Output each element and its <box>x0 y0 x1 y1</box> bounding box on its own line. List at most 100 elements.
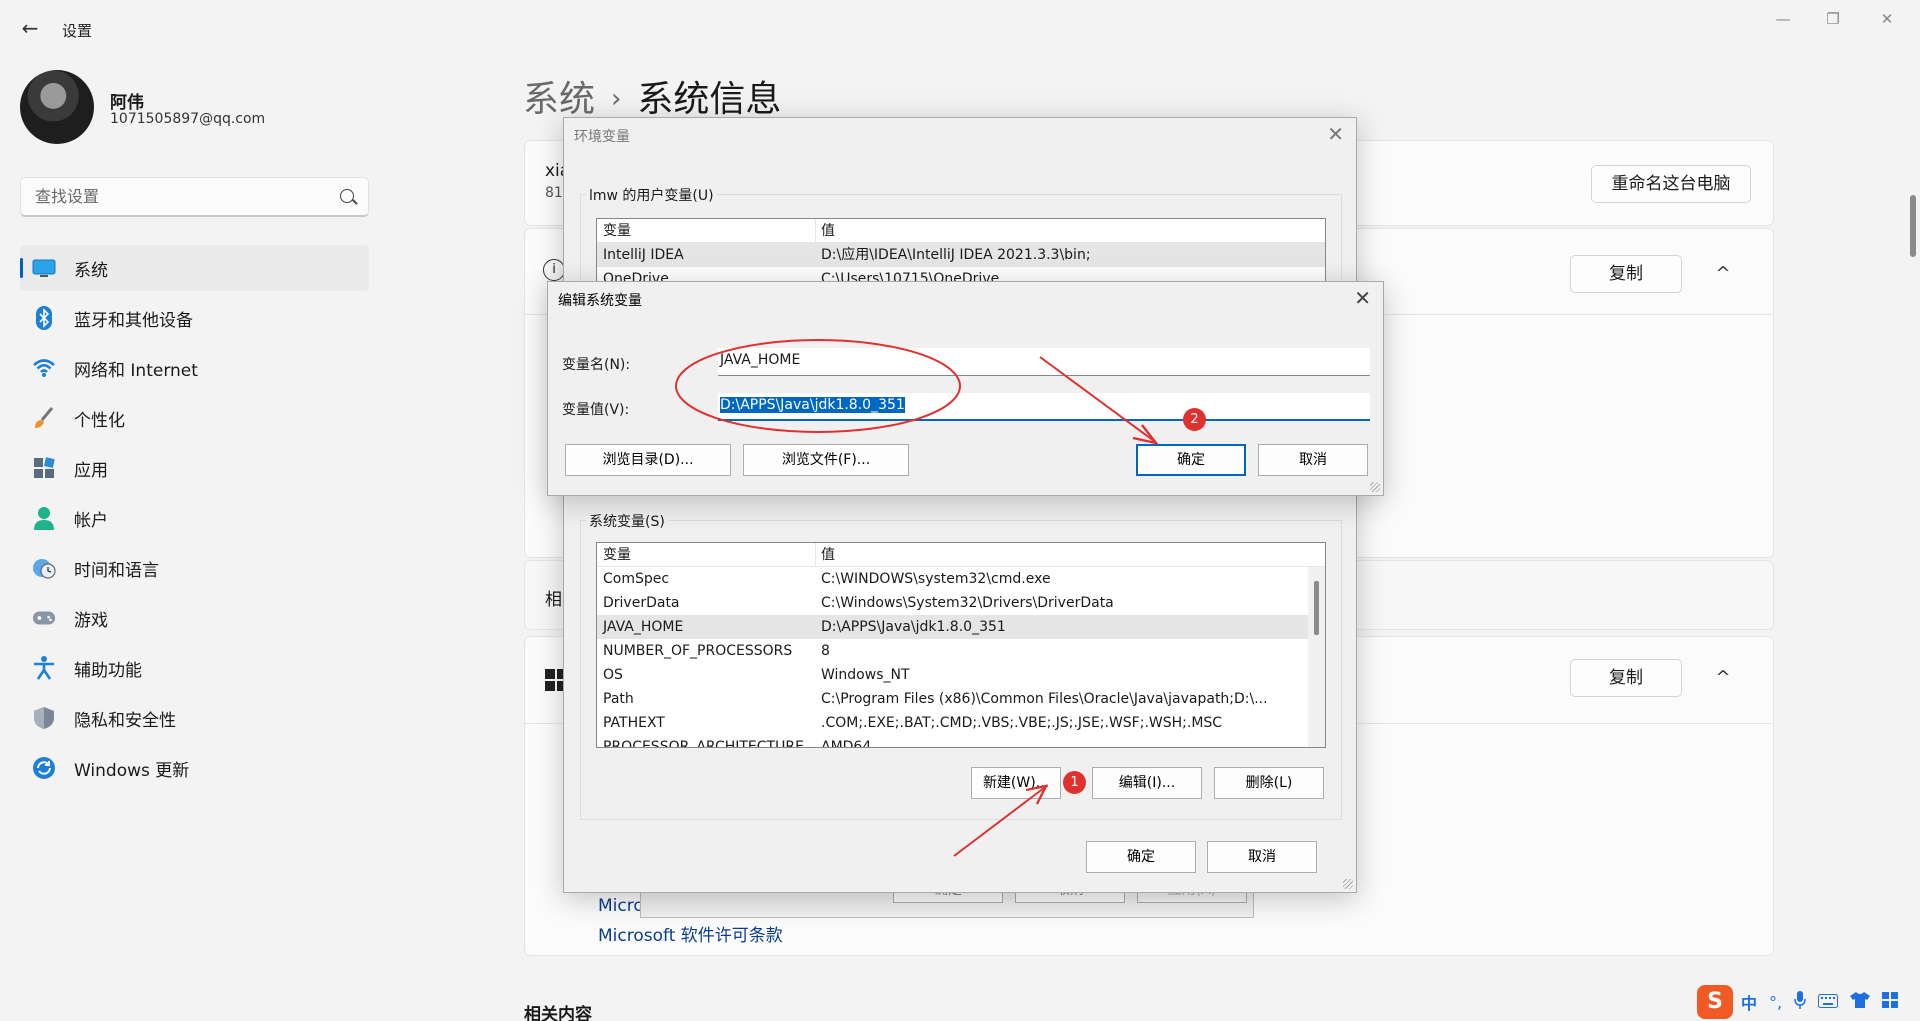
ime-toolbar: S 中 °, <box>1697 985 1917 1019</box>
shirt-icon[interactable] <box>1850 992 1871 1012</box>
edit-system-variable-button[interactable]: 编辑(I)... <box>1092 767 1202 799</box>
list-header: 变量 值 <box>597 543 1325 567</box>
sidebar-item-label: 网络和 Internet <box>74 360 198 381</box>
variable-name: JAVA_HOME <box>603 619 684 635</box>
avatar[interactable] <box>20 70 94 144</box>
info-icon: i <box>543 259 565 281</box>
clock-globe-icon <box>32 556 56 580</box>
back-arrow-icon[interactable]: ← <box>18 16 42 40</box>
mic-icon[interactable] <box>1794 991 1806 1013</box>
column-header-value[interactable]: 值 <box>821 219 835 243</box>
variable-name: ComSpec <box>603 571 670 587</box>
env-cancel-button[interactable]: 取消 <box>1207 841 1317 873</box>
variable-value-field[interactable]: D:\APPS\Java\jdk1.8.0_351 <box>718 393 1370 421</box>
license-terms-link[interactable]: Microsoft 软件许可条款 <box>598 921 783 946</box>
ime-punct[interactable]: °, <box>1769 993 1782 1012</box>
bluetooth-icon <box>32 306 56 330</box>
sidebar-item-label: 蓝牙和其他设备 <box>74 310 193 331</box>
dialog-title: 编辑系统变量 <box>558 293 642 309</box>
close-button[interactable]: ✕ <box>1864 8 1910 30</box>
list-item[interactable]: PATHEXT .COM;.EXE;.BAT;.CMD;.VBS;.VBE;.J… <box>597 711 1325 735</box>
list-item[interactable]: JAVA_HOME D:\APPS\Java\jdk1.8.0_351 <box>597 615 1325 639</box>
resize-grip-icon[interactable] <box>1370 482 1380 492</box>
sidebar-item-label: 应用 <box>74 460 108 481</box>
column-header-value[interactable]: 值 <box>821 543 835 567</box>
list-item[interactable]: IntelliJ IDEA D:\应用\IDEA\IntelliJ IDEA 2… <box>597 243 1325 267</box>
list-item[interactable]: PROCESSOR_ARCHITECTURE AMD64 <box>597 735 1325 748</box>
sidebar-item-label: 辅助功能 <box>74 660 142 681</box>
sidebar-item-gaming[interactable]: 游戏 <box>20 595 369 641</box>
browse-file-button[interactable]: 浏览文件(F)... <box>743 444 909 476</box>
variable-name: PROCESSOR_ARCHITECTURE <box>603 739 804 748</box>
edit-ok-button[interactable]: 确定 <box>1136 444 1246 476</box>
sidebar-item-time-language[interactable]: 时间和语言 <box>20 545 369 591</box>
shield-icon <box>32 706 56 730</box>
keyboard-icon[interactable] <box>1818 993 1839 1012</box>
variable-value: Windows_NT <box>821 667 910 683</box>
list-item[interactable]: DriverData C:\Windows\System32\Drivers\D… <box>597 591 1325 615</box>
variable-name: Path <box>603 691 634 707</box>
collapse-chevron-icon[interactable]: ^ <box>1703 254 1743 294</box>
monitor-icon <box>32 256 56 280</box>
sidebar-item-accounts[interactable]: 帐户 <box>20 495 369 541</box>
sidebar-item-windows-update[interactable]: Windows 更新 <box>20 745 369 791</box>
edit-cancel-button[interactable]: 取消 <box>1258 444 1368 476</box>
page-scrollbar-thumb[interactable] <box>1910 195 1916 257</box>
search-input[interactable]: 查找设置 <box>20 177 369 217</box>
list-item[interactable]: Path C:\Program Files (x86)\Common Files… <box>597 687 1325 711</box>
services-agreement-link[interactable]: Micro <box>598 896 644 916</box>
delete-system-variable-button[interactable]: 删除(L) <box>1214 767 1324 799</box>
user-name: 阿伟 <box>110 93 144 113</box>
close-icon[interactable]: ✕ <box>1354 286 1371 310</box>
new-system-variable-button[interactable]: 新建(W)... <box>971 767 1061 799</box>
variable-value: .COM;.EXE;.BAT;.CMD;.VBS;.VBE;.JS;.JSE;.… <box>821 715 1223 731</box>
variable-name: DriverData <box>603 595 680 611</box>
variable-value: C:\WINDOWS\system32\cmd.exe <box>821 571 1051 587</box>
ime-mode[interactable]: 中 <box>1741 990 1757 1014</box>
variable-value: D:\应用\IDEA\IntelliJ IDEA 2021.3.3\bin; <box>821 247 1091 263</box>
sidebar-item-label: 游戏 <box>74 610 108 631</box>
sidebar-item-personalization[interactable]: 个性化 <box>20 395 369 441</box>
minimize-button[interactable]: — <box>1760 8 1806 30</box>
list-item[interactable]: NUMBER_OF_PROCESSORS 8 <box>597 639 1325 663</box>
sidebar-item-apps[interactable]: 应用 <box>20 445 369 491</box>
variable-name-field[interactable]: JAVA_HOME <box>718 348 1370 376</box>
variable-value: C:\Windows\System32\Drivers\DriverData <box>821 595 1114 611</box>
grid-icon[interactable] <box>1882 992 1899 1012</box>
vertical-scrollbar[interactable] <box>1308 567 1325 747</box>
edit-system-variable-dialog: 编辑系统变量 ✕ 变量名(N): JAVA_HOME 变量值(V): D:\AP… <box>547 281 1384 496</box>
ime-logo[interactable]: S <box>1697 985 1733 1019</box>
account-icon <box>32 506 56 530</box>
sidebar-item-system[interactable]: 系统 <box>20 245 369 291</box>
sidebar-item-label: 个性化 <box>74 410 125 431</box>
column-header-variable[interactable]: 变量 <box>603 219 631 243</box>
scrollbar-thumb[interactable] <box>1314 581 1319 635</box>
copy-windows-specs-button[interactable]: 复制 <box>1570 659 1682 697</box>
sidebar-item-accessibility[interactable]: 辅助功能 <box>20 645 369 691</box>
resize-grip-icon[interactable] <box>1343 879 1353 889</box>
system-variables-label: 系统变量(S) <box>586 511 668 531</box>
sidebar-item-label: 时间和语言 <box>74 560 159 581</box>
variable-name: OS <box>603 667 623 683</box>
list-item[interactable]: OS Windows_NT <box>597 663 1325 687</box>
sidebar-item-privacy[interactable]: 隐私和安全性 <box>20 695 369 741</box>
column-header-variable[interactable]: 变量 <box>603 543 631 567</box>
browse-directory-button[interactable]: 浏览目录(D)... <box>565 444 731 476</box>
list-item[interactable]: ComSpec C:\WINDOWS\system32\cmd.exe <box>597 567 1325 591</box>
related-links-label: 相 <box>545 590 562 610</box>
collapse-chevron-icon[interactable]: ^ <box>1703 658 1743 698</box>
rename-pc-button[interactable]: 重命名这台电脑 <box>1591 165 1751 203</box>
restore-button[interactable]: ❐ <box>1810 8 1856 30</box>
user-variables-list[interactable]: 变量 值 IntelliJ IDEA D:\应用\IDEA\IntelliJ I… <box>596 218 1326 288</box>
close-icon[interactable]: ✕ <box>1327 122 1344 146</box>
accessibility-icon <box>32 656 56 680</box>
dialog-title: 环境变量 <box>574 129 630 145</box>
breadcrumb-parent[interactable]: 系统 <box>523 79 595 120</box>
sidebar-item-network[interactable]: 网络和 Internet <box>20 345 369 391</box>
sidebar-item-bluetooth[interactable]: 蓝牙和其他设备 <box>20 295 369 341</box>
system-variables-list[interactable]: 变量 值 ComSpec C:\WINDOWS\system32\cmd.exe… <box>596 542 1326 748</box>
copy-specs-button[interactable]: 复制 <box>1570 255 1682 293</box>
search-icon[interactable] <box>340 189 354 203</box>
user-email: 1071505897@qq.com <box>110 111 266 127</box>
env-ok-button[interactable]: 确定 <box>1086 841 1196 873</box>
